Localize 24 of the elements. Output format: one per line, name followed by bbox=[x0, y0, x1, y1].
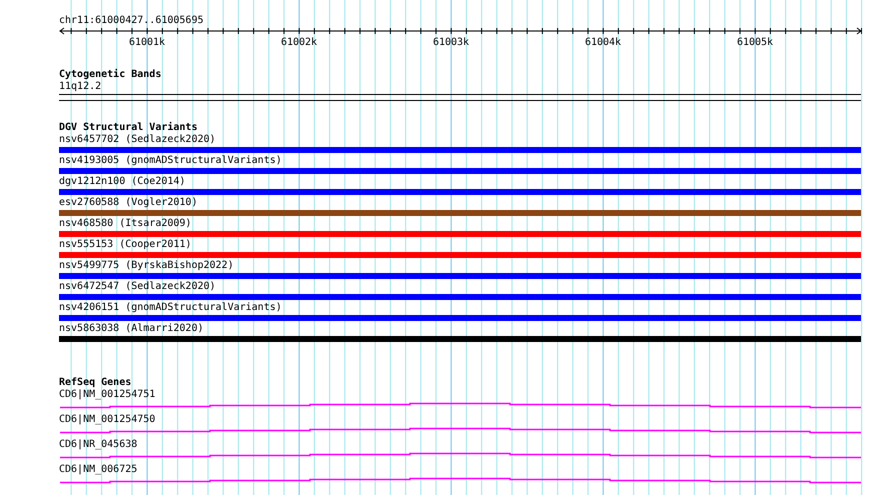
feature-label: nsv5863038 (Almarri2020) bbox=[59, 323, 204, 335]
tick-label: 61004k bbox=[584, 37, 622, 48]
feature-label: nsv468580 (Itsara2009) bbox=[59, 218, 192, 230]
feature-label: nsv6472547 (Sedlazeck2020) bbox=[59, 281, 216, 293]
tick-label: 61003k bbox=[432, 37, 470, 48]
feature-label: esv2760588 (Vogler2010) bbox=[59, 197, 198, 209]
feature-label: CD6|NM_001254750 bbox=[59, 414, 156, 426]
feature-label: nsv4193005 (gnomADStructuralVariants) bbox=[59, 155, 282, 167]
feature-label: nsv555153 (Cooper2011) bbox=[59, 239, 192, 251]
feature-label: dgv1212n100 (Coe2014) bbox=[59, 176, 186, 188]
feature-label: nsv6457702 (Sedlazeck2020) bbox=[59, 134, 216, 146]
track-title: Cytogenetic Bands bbox=[59, 69, 162, 81]
track-title: DGV Structural Variants bbox=[59, 122, 198, 134]
feature-label: CD6|NM_001254751 bbox=[59, 389, 156, 401]
track-title: RefSeq Genes bbox=[59, 377, 132, 389]
tick-label: 61002k bbox=[280, 37, 318, 48]
feature-label: CD6|NR_045638 bbox=[59, 439, 138, 451]
feature-label: CD6|NM_006725 bbox=[59, 464, 138, 476]
tick-label: 61005k bbox=[736, 37, 774, 48]
location-label: chr11:61000427..61005695 bbox=[59, 15, 204, 27]
feature-label: 11q12.2 bbox=[59, 81, 102, 93]
tick-label: 61001k bbox=[128, 37, 166, 48]
feature-label: nsv4206151 (gnomADStructuralVariants) bbox=[59, 302, 282, 314]
feature-label: nsv5499775 (ByrskaBishop2022) bbox=[59, 260, 234, 272]
